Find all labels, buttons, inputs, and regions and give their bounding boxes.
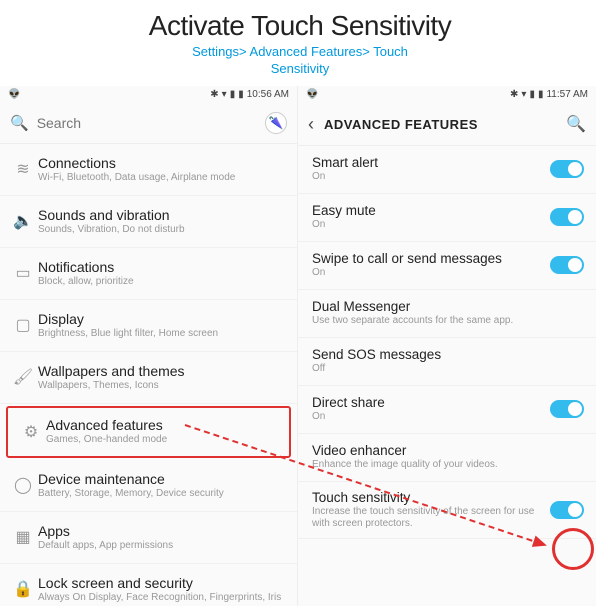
row-sub: Block, allow, prioritize bbox=[38, 276, 287, 288]
header-title: ADVANCED FEATURES bbox=[324, 117, 566, 132]
row-label: Send SOS messages bbox=[312, 347, 578, 362]
row-label: Direct share bbox=[312, 395, 544, 410]
reddit-icon: 👽 bbox=[8, 89, 20, 100]
panels: 👽 ✱ ▾ ▮ ▮ 10:56 AM 🔍 🌂 ≋ConnectionsWi-Fi… bbox=[0, 86, 600, 606]
feature-row-6[interactable]: Video enhancerEnhance the image quality … bbox=[298, 434, 596, 482]
signal-icon: ▮ bbox=[230, 89, 236, 100]
row-label: Touch sensitivity bbox=[312, 490, 544, 505]
breadcrumb-line2: Sensitivity bbox=[0, 61, 600, 78]
wifi-icon: ▾ bbox=[521, 89, 526, 100]
battery-icon: ▮ bbox=[238, 89, 244, 100]
maintenance-icon: ◯ bbox=[8, 475, 38, 495]
page-header: ‹ ADVANCED FEATURES 🔍 bbox=[298, 104, 596, 146]
toggle[interactable] bbox=[550, 501, 584, 519]
row-sub: Use two separate accounts for the same a… bbox=[312, 315, 578, 327]
settings-row-sound[interactable]: 🔈Sounds and vibrationSounds, Vibration, … bbox=[0, 196, 297, 248]
row-label: Connections bbox=[38, 155, 287, 171]
row-label: Apps bbox=[38, 523, 287, 539]
clock: 11:57 AM bbox=[546, 89, 588, 100]
feature-row-7[interactable]: Touch sensitivityIncrease the touch sens… bbox=[298, 482, 596, 539]
toggle[interactable] bbox=[550, 208, 584, 226]
feature-row-3[interactable]: Dual MessengerUse two separate accounts … bbox=[298, 290, 596, 338]
row-label: Wallpapers and themes bbox=[38, 363, 287, 379]
settings-list: ≋ConnectionsWi-Fi, Bluetooth, Data usage… bbox=[0, 144, 297, 606]
search-icon[interactable]: 🔍 bbox=[566, 114, 586, 134]
row-label: Smart alert bbox=[312, 155, 544, 170]
row-sub: Sounds, Vibration, Do not disturb bbox=[38, 224, 287, 236]
sound-icon: 🔈 bbox=[8, 211, 38, 231]
settings-row-maintenance[interactable]: ◯Device maintenanceBattery, Storage, Mem… bbox=[0, 460, 297, 512]
back-button[interactable]: ‹ bbox=[308, 114, 314, 135]
breadcrumb: Settings> Advanced Features> Touch Sensi… bbox=[0, 44, 600, 78]
avatar[interactable]: 🌂 bbox=[265, 112, 287, 134]
settings-row-notifications[interactable]: ▭NotificationsBlock, allow, prioritize bbox=[0, 248, 297, 300]
settings-row-display[interactable]: ▢DisplayBrightness, Blue light filter, H… bbox=[0, 300, 297, 352]
row-label: Easy mute bbox=[312, 203, 544, 218]
settings-row-advanced[interactable]: ⚙Advanced featuresGames, One-handed mode bbox=[6, 406, 291, 458]
lock-icon: 🔒 bbox=[8, 579, 38, 599]
display-icon: ▢ bbox=[8, 315, 38, 335]
row-sub: Battery, Storage, Memory, Device securit… bbox=[38, 488, 287, 500]
row-label: Display bbox=[38, 311, 287, 327]
row-sub: Games, One-handed mode bbox=[46, 434, 279, 446]
toggle[interactable] bbox=[550, 160, 584, 178]
row-sub: Default apps, App permissions bbox=[38, 540, 287, 552]
reddit-icon: 👽 bbox=[306, 89, 318, 100]
toggle[interactable] bbox=[550, 400, 584, 418]
phone-right: 👽 ✱ ▾ ▮ ▮ 11:57 AM ‹ ADVANCED FEATURES 🔍… bbox=[298, 86, 596, 606]
features-list: Smart alertOnEasy muteOnSwipe to call or… bbox=[298, 146, 596, 606]
row-label: Dual Messenger bbox=[312, 299, 578, 314]
row-label: Advanced features bbox=[46, 417, 279, 433]
bluetooth-icon: ✱ bbox=[510, 89, 518, 100]
row-label: Swipe to call or send messages bbox=[312, 251, 544, 266]
row-sub: On bbox=[312, 267, 544, 279]
feature-row-0[interactable]: Smart alertOn bbox=[298, 146, 596, 194]
settings-row-connections[interactable]: ≋ConnectionsWi-Fi, Bluetooth, Data usage… bbox=[0, 144, 297, 196]
row-label: Sounds and vibration bbox=[38, 207, 287, 223]
signal-icon: ▮ bbox=[529, 89, 535, 100]
feature-row-1[interactable]: Easy muteOn bbox=[298, 194, 596, 242]
feature-row-2[interactable]: Swipe to call or send messagesOn bbox=[298, 242, 596, 290]
search-icon: 🔍 bbox=[10, 114, 29, 132]
row-label: Lock screen and security bbox=[38, 575, 287, 591]
phone-left: 👽 ✱ ▾ ▮ ▮ 10:56 AM 🔍 🌂 ≋ConnectionsWi-Fi… bbox=[0, 86, 298, 606]
search-bar[interactable]: 🔍 🌂 bbox=[0, 104, 297, 144]
row-sub: Always On Display, Face Recognition, Fin… bbox=[38, 592, 287, 604]
feature-row-5[interactable]: Direct shareOn bbox=[298, 386, 596, 434]
breadcrumb-line1: Settings> Advanced Features> Touch bbox=[0, 44, 600, 61]
search-input[interactable] bbox=[37, 115, 265, 131]
status-bar: 👽 ✱ ▾ ▮ ▮ 11:57 AM bbox=[298, 86, 596, 104]
row-sub: On bbox=[312, 171, 544, 183]
row-sub: Off bbox=[312, 363, 578, 375]
feature-row-4[interactable]: Send SOS messagesOff bbox=[298, 338, 596, 386]
connections-icon: ≋ bbox=[8, 159, 38, 179]
row-sub: Brightness, Blue light filter, Home scre… bbox=[38, 328, 287, 340]
clock: 10:56 AM bbox=[247, 89, 289, 100]
settings-row-apps[interactable]: ▦AppsDefault apps, App permissions bbox=[0, 512, 297, 564]
settings-row-lock[interactable]: 🔒Lock screen and securityAlways On Displ… bbox=[0, 564, 297, 606]
row-label: Device maintenance bbox=[38, 471, 287, 487]
row-sub: Wi-Fi, Bluetooth, Data usage, Airplane m… bbox=[38, 172, 287, 184]
advanced-icon: ⚙ bbox=[16, 422, 46, 442]
page-title: Activate Touch Sensitivity bbox=[0, 0, 600, 42]
notifications-icon: ▭ bbox=[8, 263, 38, 283]
row-sub: On bbox=[312, 219, 544, 231]
wifi-icon: ▾ bbox=[222, 89, 227, 100]
row-sub: Wallpapers, Themes, Icons bbox=[38, 380, 287, 392]
status-bar: 👽 ✱ ▾ ▮ ▮ 10:56 AM bbox=[0, 86, 297, 104]
row-sub: On bbox=[312, 411, 544, 423]
row-label: Video enhancer bbox=[312, 443, 578, 458]
apps-icon: ▦ bbox=[8, 527, 38, 547]
battery-icon: ▮ bbox=[538, 89, 544, 100]
wallpaper-icon: 🖌 bbox=[8, 367, 38, 387]
row-label: Notifications bbox=[38, 259, 287, 275]
row-sub: Increase the touch sensitivity of the sc… bbox=[312, 506, 544, 530]
bluetooth-icon: ✱ bbox=[210, 89, 218, 100]
toggle[interactable] bbox=[550, 256, 584, 274]
settings-row-wallpaper[interactable]: 🖌Wallpapers and themesWallpapers, Themes… bbox=[0, 352, 297, 404]
row-sub: Enhance the image quality of your videos… bbox=[312, 459, 578, 471]
